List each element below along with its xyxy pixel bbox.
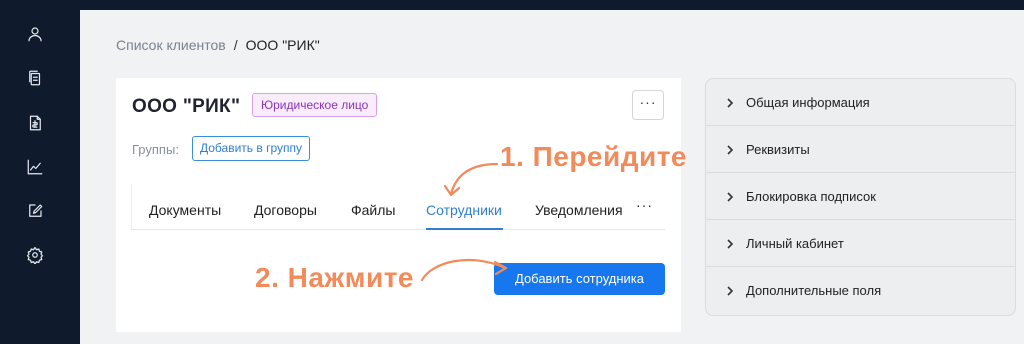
arrowhead-step2: [493, 260, 508, 276]
arrow-step2: [420, 259, 507, 282]
annotation-arrows: [420, 162, 508, 282]
